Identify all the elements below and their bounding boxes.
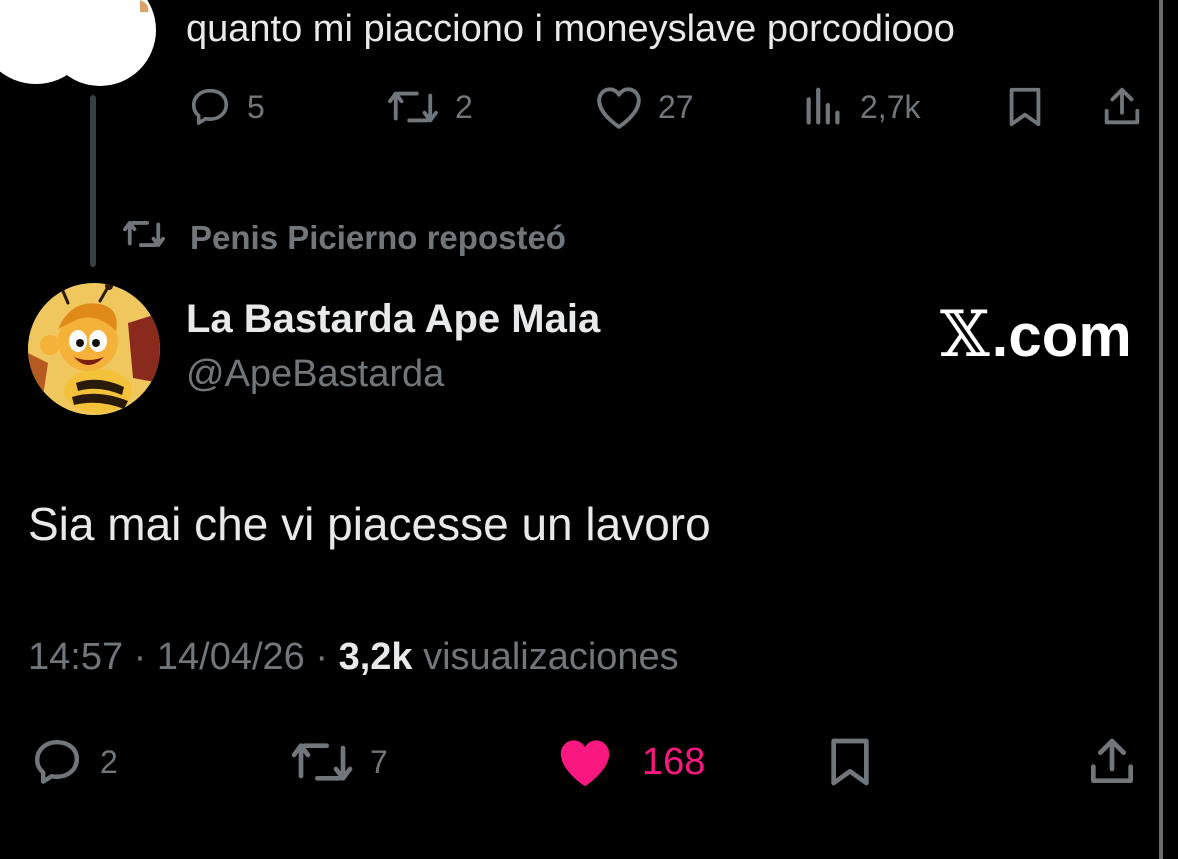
repost-icon — [288, 734, 356, 790]
heart-icon — [594, 84, 644, 130]
share-button[interactable] — [1084, 734, 1140, 790]
heart-icon — [554, 734, 616, 790]
x-logo: 𝕏 — [940, 298, 990, 372]
meta-separator: · — [315, 636, 329, 678]
repost-button[interactable]: 7 — [288, 734, 388, 790]
reply-icon — [187, 84, 233, 130]
share-icon — [1099, 84, 1145, 130]
previous-like-count: 27 — [658, 88, 694, 125]
repost-icon — [120, 215, 168, 261]
user-handle[interactable]: @ApeBastarda — [186, 353, 444, 396]
display-name[interactable]: La Bastarda Ape Maia — [186, 297, 600, 342]
reply-icon — [28, 734, 86, 790]
watermark-domain: .com — [991, 301, 1132, 369]
previous-repost-count: 2 — [455, 88, 473, 125]
repost-icon — [385, 84, 441, 130]
previous-bookmark-button[interactable] — [1004, 84, 1046, 130]
share-icon — [1084, 734, 1140, 790]
avatar[interactable] — [28, 283, 160, 415]
bookmark-icon — [824, 734, 876, 790]
reply-count: 2 — [100, 743, 118, 780]
views-count[interactable]: 3,2k — [339, 636, 413, 678]
tweet-text: Sia mai che vi piacesse un lavoro — [28, 498, 711, 550]
views-label: visualizaciones — [423, 636, 679, 678]
previous-views-button[interactable]: 2,7k — [802, 84, 920, 130]
previous-like-button[interactable]: 27 — [594, 84, 694, 130]
scrollbar[interactable] — [1159, 0, 1163, 859]
like-count: 168 — [642, 740, 706, 783]
views-icon — [802, 84, 846, 130]
repost-banner[interactable]: Penis Picierno reposteó — [120, 215, 566, 261]
meta-separator: · — [133, 636, 147, 678]
previous-reply-count: 5 — [247, 88, 265, 125]
thread-connector-line — [90, 95, 96, 267]
previous-share-button[interactable] — [1099, 84, 1145, 130]
tweet-time[interactable]: 14:57 — [28, 636, 123, 678]
previous-reply-button[interactable]: 5 — [187, 84, 265, 130]
previous-views-count: 2,7k — [860, 88, 921, 125]
previous-tweet-text: quanto mi piacciono i moneyslave porcodi… — [186, 8, 955, 50]
repost-banner-label: Penis Picierno reposteó — [190, 219, 566, 256]
like-button[interactable]: 168 — [554, 734, 705, 790]
reply-button[interactable]: 2 — [28, 734, 118, 790]
tweet-date[interactable]: 14/04/26 — [157, 636, 305, 678]
repost-count: 7 — [370, 743, 388, 780]
previous-repost-button[interactable]: 2 — [385, 84, 473, 130]
tweet-metadata: 14:57 · 14/04/26 · 3,2k visualizaciones — [28, 636, 679, 679]
bookmark-icon — [1004, 84, 1046, 130]
x-com-watermark: 𝕏 .com — [940, 298, 1132, 372]
bookmark-button[interactable] — [824, 734, 876, 790]
previous-tweet-avatar[interactable] — [0, 0, 160, 86]
